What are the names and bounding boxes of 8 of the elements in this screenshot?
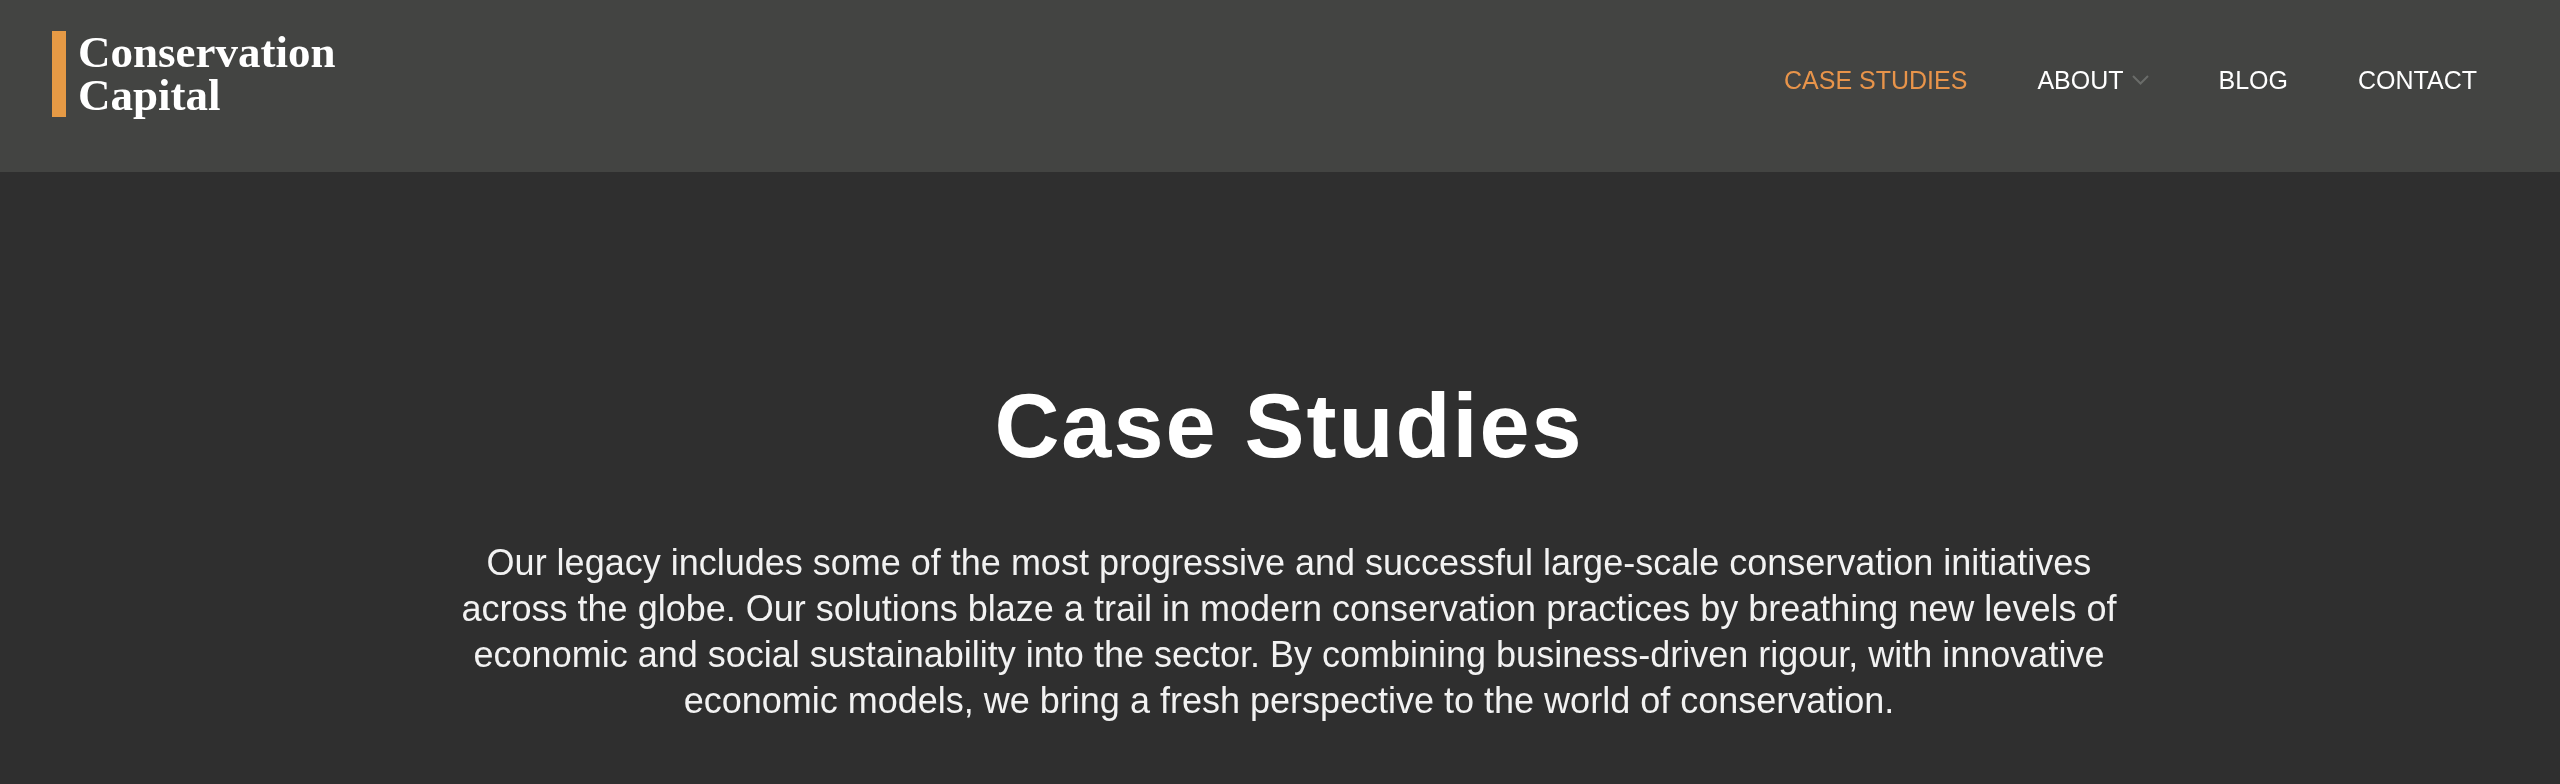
page-title: Case Studies — [994, 375, 1584, 478]
nav-link[interactable]: CASE STUDIES — [1784, 65, 1968, 95]
nav-dropdown-link[interactable]: ABOUT — [2037, 65, 2149, 95]
nav-link[interactable]: CONTACT — [2358, 65, 2477, 95]
chevron-down-icon — [2131, 75, 2149, 85]
nav-link[interactable]: BLOG — [2218, 65, 2288, 95]
intro-paragraph: Our legacy includes some of the most progressive and successful large-scale conservation initiatives across the globe. Our solutions blaze a trail in modern conservation practices by breathing new levels of economic and social sustainability into the sector. By combining business-driven rigour, with innovative economic models, we bring a fresh perspective to the world of conservation. — [460, 540, 2118, 723]
site-logo[interactable]: Conservation Capital — [52, 31, 336, 117]
